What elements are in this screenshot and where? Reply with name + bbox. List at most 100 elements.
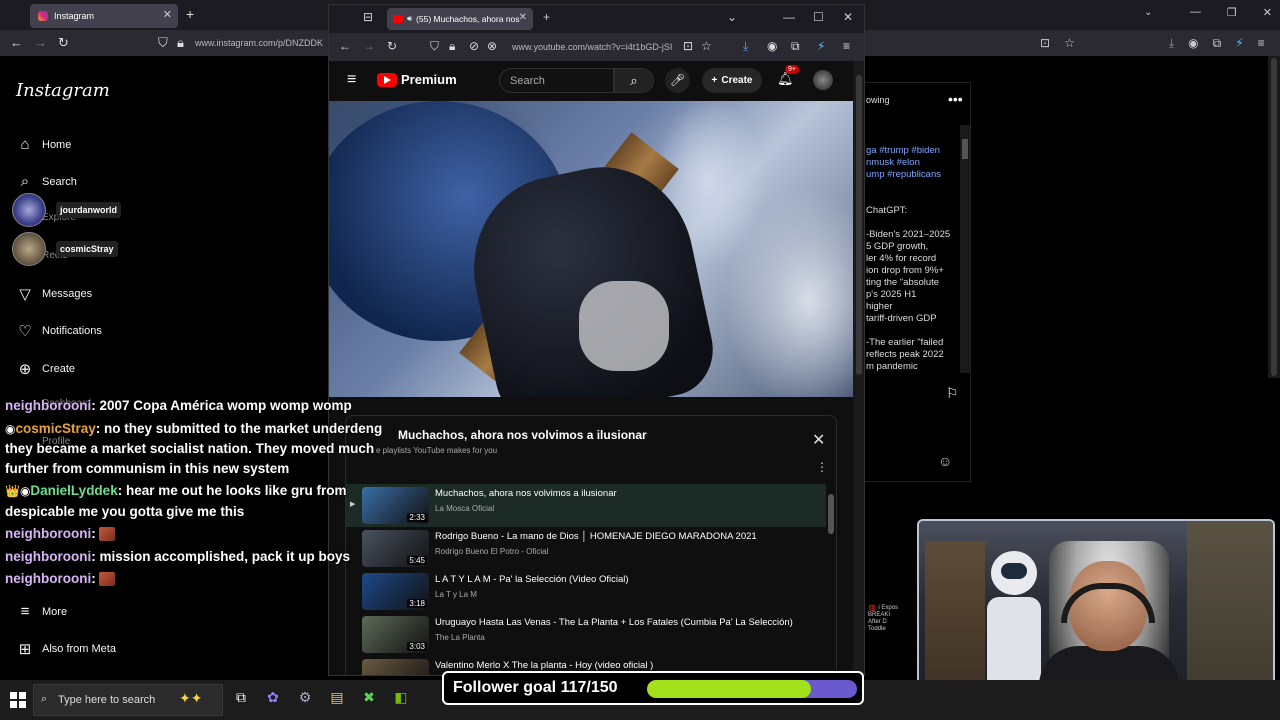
sidebar-item-create[interactable]: ⊕ Create <box>16 360 75 378</box>
youtube-scrollbar[interactable] <box>853 61 864 675</box>
following-label[interactable]: owing <box>866 95 890 105</box>
hashtag-line[interactable]: nmusk #elon <box>866 157 941 169</box>
shield-icon[interactable]: ⛉ <box>430 39 439 54</box>
maximize-icon[interactable]: ☐ <box>813 10 824 24</box>
video-player[interactable] <box>329 101 853 397</box>
video-title[interactable]: Uruguayo Hasta Las Venas - The La Planta… <box>435 617 793 628</box>
hashtag-line[interactable]: ump #republicans <box>866 169 941 181</box>
video-title[interactable]: Rodrigo Bueno - La mano de Dios │ HOMENA… <box>435 531 757 542</box>
sidebar-item-notifications[interactable]: ♡ Notifications <box>16 322 102 340</box>
close-window-icon[interactable]: ✕ <box>843 10 853 24</box>
close-tab-icon[interactable]: ✕ <box>519 12 527 23</box>
close-window-icon[interactable]: ✕ <box>1263 6 1272 19</box>
autoplay-blocked-icon[interactable]: ⊗ <box>487 39 497 53</box>
bookmark-star-icon[interactable]: ☆ <box>701 39 712 53</box>
youtube-logo[interactable]: Premium <box>377 72 457 87</box>
taskbar-search-input[interactable]: ⌕ Type here to search ✦✦ <box>33 684 223 716</box>
account-icon[interactable]: ◉ <box>1188 36 1198 51</box>
tab-list-chevron-icon[interactable]: ⌄ <box>1144 7 1152 18</box>
minimize-icon[interactable]: — <box>783 10 795 24</box>
guide-menu-icon[interactable]: ≡ <box>347 71 356 89</box>
instagram-url[interactable]: www.instagram.com/p/DNZDDK <box>195 38 323 48</box>
chat-username[interactable]: neighborooni <box>5 398 91 413</box>
account-icon[interactable]: ◉ <box>767 39 777 53</box>
sidebar-item-home[interactable]: ⌂ Home <box>16 136 71 153</box>
caption-scrollbar[interactable] <box>960 125 970 373</box>
xbox-icon[interactable]: ✖︎ <box>360 689 378 706</box>
close-tab-icon[interactable]: ✕ <box>163 8 172 21</box>
search-button[interactable]: ⌕ <box>614 68 654 93</box>
channel-name[interactable]: Rodrigo Bueno El Potro - Oficial <box>435 547 757 556</box>
voice-search-button[interactable]: 🎤︎ <box>665 68 690 93</box>
more-vert-icon[interactable]: ⋮ <box>816 460 828 474</box>
extension-icon[interactable]: ⚡︎ <box>1235 36 1243 51</box>
restore-icon[interactable]: ❐ <box>1227 6 1237 19</box>
forward-icon[interactable]: → <box>363 39 375 53</box>
video-title[interactable]: L A T Y L A M - Pa' la Selección (Video … <box>435 574 629 585</box>
chat-username[interactable]: neighborooni <box>5 571 91 586</box>
channel-name[interactable]: The La Planta <box>435 633 793 642</box>
windows-start-icon[interactable] <box>10 692 26 708</box>
bookmark-star-icon[interactable]: ☆ <box>1064 36 1075 51</box>
tab-list-chevron-icon[interactable]: ⌄ <box>727 10 737 24</box>
sidebar-item-more[interactable]: ≡ More <box>16 603 67 620</box>
emoji-icon[interactable]: ☺ <box>938 453 952 469</box>
extensions-icon[interactable]: ⧉ <box>791 39 800 54</box>
video-thumbnail[interactable]: 3:03 <box>362 616 429 653</box>
speaker-icon[interactable]: 🔊︎ <box>407 14 412 24</box>
reload-icon[interactable]: ↻ <box>58 35 69 51</box>
create-button[interactable]: + Create <box>702 68 762 93</box>
youtube-tab[interactable]: 🔊︎ (55) Muchachos, ahora nos ✕ <box>387 8 533 30</box>
more-options-icon[interactable]: ••• <box>948 91 963 107</box>
file-explorer-icon[interactable]: ▤ <box>328 689 346 706</box>
playlist-scrollbar[interactable] <box>826 484 836 674</box>
permissions-icon[interactable]: ⊘ <box>469 39 479 53</box>
extension-icon[interactable]: ⚡︎ <box>817 39 825 53</box>
tab-manager-icon[interactable]: ⊟ <box>363 10 373 24</box>
hamburger-menu-icon[interactable]: ≡ <box>843 39 850 53</box>
close-icon[interactable]: ✕ <box>812 430 825 450</box>
copilot-icon[interactable]: ✿ <box>264 689 282 706</box>
extensions-icon[interactable]: ⧉ <box>1213 36 1222 51</box>
reload-icon[interactable]: ↻ <box>387 39 397 53</box>
instagram-tab[interactable]: Instagram ✕ <box>30 4 178 28</box>
channel-name[interactable]: La T y La M <box>435 590 629 599</box>
chat-username[interactable]: cosmicStray <box>15 421 95 436</box>
download-icon[interactable]: ⤓ <box>743 39 748 54</box>
hashtag-line[interactable]: ga #trump #biden <box>866 145 941 157</box>
story-jourdanworld[interactable]: jourdanworld <box>12 193 121 227</box>
playlist-item[interactable]: 3:18 L A T Y L A M - Pa' la Selección (Vi… <box>346 570 826 613</box>
sidebar-item-also-from-meta[interactable]: ⊞ Also from Meta <box>16 640 116 658</box>
playlist-item[interactable]: ▶ 2:33 Muchachos, ahora nos volvimos a ilu… <box>346 484 826 527</box>
new-tab-icon[interactable]: + <box>186 6 194 22</box>
nvidia-icon[interactable]: ◧ <box>392 689 410 706</box>
instagram-logo[interactable]: Instagram <box>16 80 110 101</box>
bookmark-icon[interactable]: ⚐ <box>946 385 959 402</box>
back-icon[interactable]: ← <box>339 39 351 53</box>
channel-name[interactable]: La Mosca Oficial <box>435 504 617 513</box>
picture-in-picture-icon[interactable]: ⊡ <box>681 39 694 53</box>
download-icon[interactable]: ⤓ <box>1169 36 1174 51</box>
screenshot-icon[interactable]: ⊡ <box>1040 36 1050 51</box>
video-title[interactable]: Muchachos, ahora nos volvimos a ilusiona… <box>435 488 617 499</box>
shield-icon[interactable]: ⛉ <box>158 35 168 51</box>
steam-icon[interactable]: ⚙︎ <box>296 689 314 706</box>
youtube-url[interactable]: www.youtube.com/watch?v=i4t1bGD-jSI <box>512 42 672 52</box>
playlist-item[interactable]: 3:03 Uruguayo Hasta Las Venas - The La Pl… <box>346 613 826 656</box>
avatar[interactable] <box>813 70 833 90</box>
task-view-icon[interactable]: ⧉ <box>232 689 250 706</box>
sidebar-item-search[interactable]: ⌕ Search <box>16 173 77 190</box>
notifications-button[interactable]: 🔔︎ 9+ <box>777 65 799 87</box>
chat-username[interactable]: neighborooni <box>5 526 91 541</box>
minimize-icon[interactable]: — <box>1190 6 1201 19</box>
playlist-title[interactable]: Muchachos, ahora nos volvimos a ilusiona… <box>398 428 647 442</box>
sidebar-item-messages[interactable]: ▽ Messages <box>16 285 92 303</box>
forward-icon[interactable]: → <box>34 35 47 50</box>
hamburger-menu-icon[interactable]: ≡ <box>1258 36 1265 51</box>
playlist-item[interactable]: 5:45 Rodrigo Bueno - La mano de Dios │ HO… <box>346 527 826 570</box>
video-thumbnail[interactable] <box>362 659 429 675</box>
video-title[interactable]: Valentino Merlo X The la planta - Hoy (v… <box>435 660 653 671</box>
search-input[interactable]: Search <box>499 68 614 93</box>
new-tab-icon[interactable]: + <box>543 10 550 24</box>
chat-username[interactable]: neighborooni <box>5 549 91 564</box>
